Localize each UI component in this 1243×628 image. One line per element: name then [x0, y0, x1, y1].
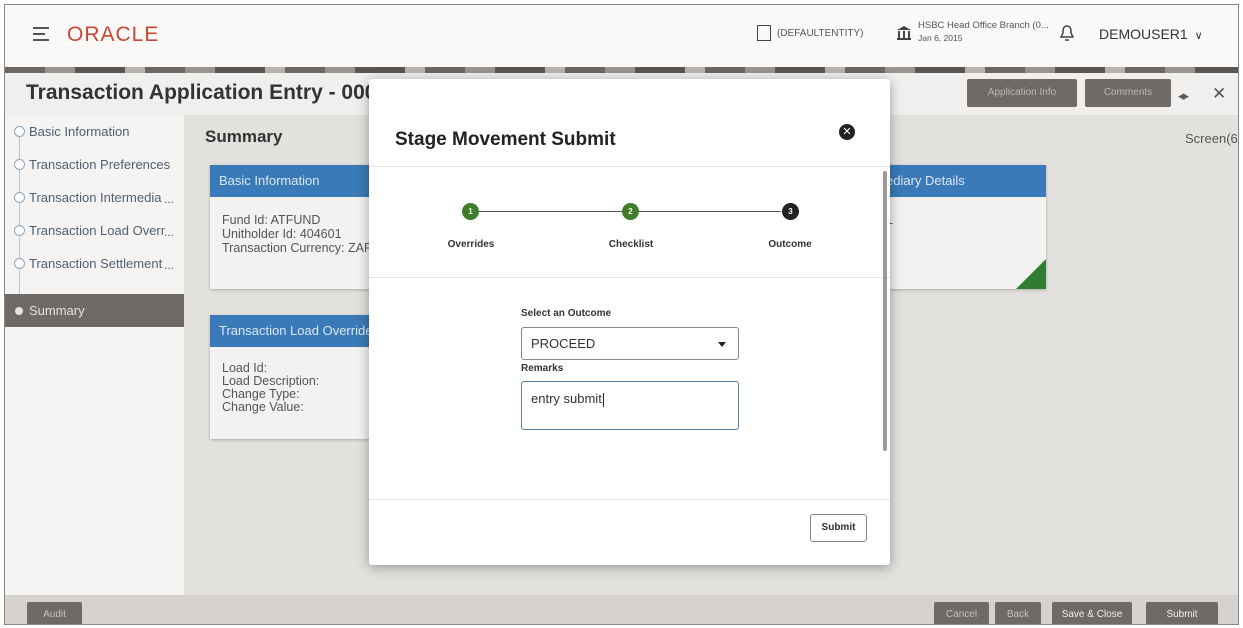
dialog-submit-button[interactable]: Submit — [810, 514, 867, 542]
caret-down-icon — [718, 342, 726, 347]
divider — [369, 277, 890, 278]
step-1-complete-icon[interactable]: 1 — [462, 203, 479, 220]
step-label-outcome: Outcome — [768, 239, 812, 250]
step-3-current-icon[interactable]: 3 — [782, 203, 799, 220]
step-label-overrides: Overrides — [447, 239, 495, 250]
stage-movement-dialog: Stage Movement Submit ✕ 1 2 3 Overrides … — [369, 79, 890, 565]
close-icon[interactable]: ✕ — [839, 124, 855, 140]
outcome-label: Select an Outcome — [521, 308, 612, 319]
remarks-label: Remarks — [521, 363, 564, 374]
remarks-value: entry submit — [531, 391, 602, 406]
step-2-complete-icon[interactable]: 2 — [622, 203, 639, 220]
scrollbar[interactable] — [883, 171, 887, 451]
app-window: ORACLE (DEFAULTENTITY) HSBC Head Office … — [4, 4, 1239, 625]
dialog-header: Stage Movement Submit ✕ — [369, 79, 890, 167]
divider — [369, 499, 890, 500]
step-label-checklist: Checklist — [608, 239, 654, 250]
outcome-select[interactable]: PROCEED — [521, 327, 739, 360]
remarks-field[interactable]: entry submit — [521, 381, 739, 430]
dialog-title: Stage Movement Submit — [395, 129, 616, 150]
outcome-value: PROCEED — [531, 336, 596, 351]
